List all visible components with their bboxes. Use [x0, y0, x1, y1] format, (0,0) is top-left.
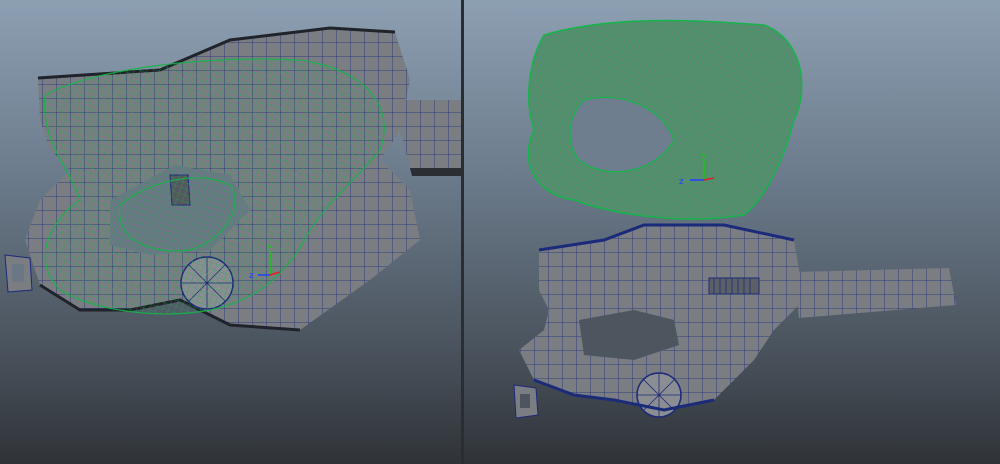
viewport-left[interactable]: y z: [0, 0, 461, 464]
axis-y-label-right: y: [701, 151, 707, 161]
maya-viewports: y z y z: [0, 0, 1000, 464]
axis-z-label-right: z: [679, 177, 684, 187]
right-viewport-canvas: y z: [513, 19, 956, 419]
lowpoly-weapon-mesh: [513, 223, 956, 419]
axis-y-label: y: [267, 242, 273, 252]
viewport-right[interactable]: y z: [464, 0, 1000, 464]
cage-mesh-separate: [527, 19, 803, 220]
axis-z-label: z: [249, 271, 254, 281]
left-viewport-canvas: y z: [4, 26, 461, 332]
barrel-mesh: [400, 100, 461, 176]
